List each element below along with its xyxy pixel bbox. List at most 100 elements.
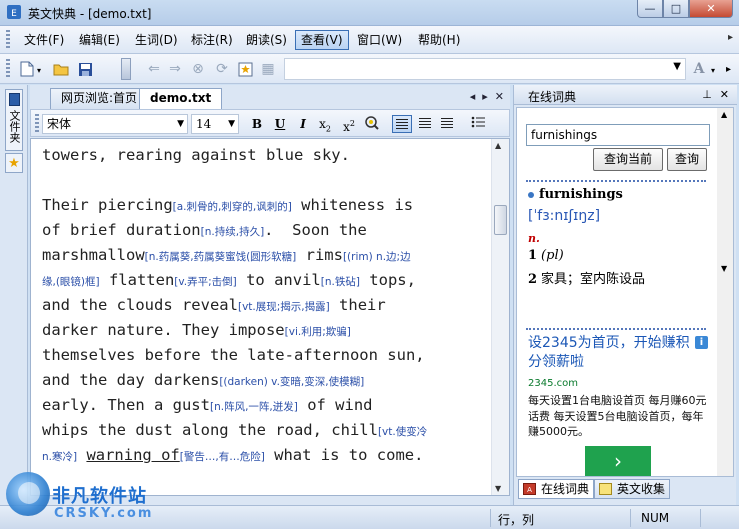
ad-url[interactable]: 2345.com bbox=[528, 378, 578, 389]
tab-prev-icon[interactable]: ◂ bbox=[470, 90, 476, 103]
tab-online-dictionary[interactable]: A 在线词典 bbox=[518, 479, 595, 499]
menu-read-aloud[interactable]: 朗读(S) bbox=[241, 30, 292, 50]
toolbar-overflow-icon[interactable]: ▸ bbox=[726, 64, 731, 75]
font-name-select[interactable]: 宋体 ▼ bbox=[42, 114, 188, 134]
editor-text-segment[interactable]: what is to come. bbox=[265, 446, 423, 464]
annotation[interactable]: [v.弄平;击倒] bbox=[174, 276, 236, 288]
annotation[interactable]: [a.刺骨的,刺穿的,讽刺的] bbox=[173, 201, 292, 213]
highlight-icon[interactable] bbox=[362, 115, 382, 133]
subscript-button[interactable]: x2 bbox=[315, 115, 335, 133]
tab-demo-txt[interactable]: demo.txt bbox=[139, 88, 223, 109]
bold-button[interactable]: B bbox=[247, 115, 267, 133]
toolbar-grip[interactable] bbox=[6, 59, 10, 79]
text-editor[interactable]: towers, rearing against blue sky. Their p… bbox=[30, 138, 510, 496]
annotation[interactable]: [n.铁砧] bbox=[321, 276, 360, 288]
annotation[interactable]: [n.药属葵,药属葵蜜饯(圆形软糖] bbox=[145, 251, 297, 263]
annotation[interactable]: [警告…,有…危险] bbox=[180, 451, 265, 463]
favorites-star-icon[interactable]: ★ bbox=[5, 153, 23, 173]
menu-annotate[interactable]: 标注(R) bbox=[186, 30, 238, 50]
open-folder-icon[interactable] bbox=[52, 60, 70, 78]
font-size-select[interactable]: 14 ▼ bbox=[191, 114, 239, 134]
tab-close-icon[interactable]: ✕ bbox=[495, 90, 504, 103]
annotation[interactable]: [n.阵风,一阵,迸发] bbox=[210, 401, 298, 413]
align-left-icon[interactable] bbox=[392, 115, 412, 133]
annotation[interactable]: [(rim) n.边;边 bbox=[343, 251, 411, 263]
editor-line[interactable]: Their piercing[a.刺骨的,刺穿的,讽刺的] whiteness … bbox=[42, 193, 482, 218]
editor-line[interactable]: of brief duration[n.持续,持久]. Soon the bbox=[42, 218, 482, 243]
underline-button[interactable]: U bbox=[270, 115, 290, 133]
close-button[interactable]: ✕ bbox=[689, 0, 733, 18]
align-right-icon[interactable] bbox=[437, 115, 457, 133]
menu-view[interactable]: 查看(V) bbox=[295, 30, 349, 50]
refresh-icon[interactable]: ⟳ bbox=[213, 60, 231, 78]
menu-help[interactable]: 帮助(H) bbox=[413, 30, 465, 50]
editor-text-segment[interactable]: of wind bbox=[298, 396, 372, 414]
editor-text-segment[interactable]: rims bbox=[296, 246, 343, 264]
ad-title-link[interactable]: 设2345为首页，开始赚积分领薪啦 bbox=[528, 334, 703, 372]
minimize-button[interactable]: — bbox=[637, 0, 663, 18]
editor-text-segment[interactable]: their bbox=[330, 296, 386, 314]
menu-grip[interactable] bbox=[6, 30, 10, 50]
editor-line[interactable]: darker nature. They impose[vi.利用;欺骗] bbox=[42, 318, 482, 343]
menu-vocab[interactable]: 生词(D) bbox=[130, 30, 183, 50]
new-file-icon[interactable] bbox=[18, 60, 36, 78]
editor-line[interactable]: themselves before the late-afternoon sun… bbox=[42, 343, 482, 368]
favorite-page-icon[interactable] bbox=[236, 60, 254, 78]
folder-tab[interactable]: 文件夹 bbox=[5, 89, 23, 151]
address-combo[interactable]: ▼ bbox=[284, 58, 686, 80]
editor-line[interactable]: early. Then a gust[n.阵风,一阵,迸发] of wind bbox=[42, 393, 482, 418]
tab-next-icon[interactable]: ▸ bbox=[482, 90, 488, 103]
font-size-icon[interactable]: A bbox=[690, 60, 708, 78]
annotation[interactable]: [vt.使变冷 bbox=[378, 426, 427, 438]
font-name-dropdown-icon[interactable]: ▼ bbox=[177, 115, 184, 133]
address-dropdown-icon[interactable]: ▼ bbox=[673, 61, 681, 72]
align-center-icon[interactable] bbox=[415, 115, 435, 133]
superscript-button[interactable]: x2 bbox=[339, 115, 359, 134]
editor-text-segment[interactable]: Their piercing bbox=[42, 196, 173, 214]
menu-file[interactable]: 文件(F) bbox=[19, 30, 69, 50]
bullet-list-icon[interactable] bbox=[468, 115, 488, 133]
scroll-thumb[interactable] bbox=[494, 205, 507, 235]
tab-web-browse[interactable]: 网页浏览:首页 bbox=[50, 88, 149, 109]
search-button[interactable]: 查询 bbox=[667, 148, 707, 171]
dictionary-search-input[interactable] bbox=[526, 124, 710, 146]
dictionary-close-icon[interactable]: ✕ bbox=[720, 88, 729, 101]
editor-text-segment[interactable]: and the day darkens bbox=[42, 371, 219, 389]
editor-line[interactable]: n.寒冷] warning of[警告…,有…危险] what is to co… bbox=[42, 443, 482, 468]
annotation[interactable]: 缘,(眼镜)框] bbox=[42, 276, 100, 288]
dictionary-scrollbar[interactable]: ▲ ▼ bbox=[717, 108, 733, 476]
annotation[interactable]: [vi.利用;欺骗] bbox=[285, 326, 351, 338]
editor-text-segment[interactable]: to anvil bbox=[237, 271, 321, 289]
editor-line[interactable] bbox=[42, 168, 482, 193]
toolbar-separator[interactable] bbox=[121, 58, 131, 80]
annotation[interactable]: [vt.展现;揭示,揭露] bbox=[238, 301, 330, 313]
editor-scrollbar[interactable]: ▲ ▼ bbox=[491, 139, 509, 495]
annotation[interactable]: n.寒冷] bbox=[42, 451, 77, 463]
editor-text-segment[interactable]: whiteness is bbox=[292, 196, 413, 214]
search-current-button[interactable]: 查询当前 bbox=[593, 148, 663, 171]
forward-arrow-icon[interactable]: ⇒ bbox=[166, 60, 184, 78]
editor-line[interactable]: marshmallow[n.药属葵,药属葵蜜饯(圆形软糖] rims[(rim)… bbox=[42, 243, 482, 268]
add-page-icon[interactable]: ▦ bbox=[259, 60, 277, 78]
menu-overflow-icon[interactable]: ▸ bbox=[728, 32, 733, 43]
editor-content[interactable]: towers, rearing against blue sky. Their p… bbox=[42, 143, 482, 468]
italic-button[interactable]: I bbox=[293, 115, 313, 133]
stop-icon[interactable]: ⊗ bbox=[189, 60, 207, 78]
editor-text-segment[interactable]: marshmallow bbox=[42, 246, 145, 264]
editor-text-segment[interactable]: themselves before the late-afternoon sun… bbox=[42, 346, 425, 364]
annotation[interactable]: [(darken) v.变暗,变深,使模糊] bbox=[219, 376, 364, 388]
maximize-button[interactable]: □ bbox=[663, 0, 689, 18]
font-size-dropdown-icon[interactable]: ▾ bbox=[711, 66, 715, 75]
editor-text-segment[interactable]: . Soon the bbox=[264, 221, 367, 239]
scroll-down-icon[interactable]: ▼ bbox=[495, 484, 501, 493]
editor-line[interactable]: whips the dust along the road, chill[vt.… bbox=[42, 418, 482, 443]
editor-line[interactable]: and the clouds reveal[vt.展现;揭示,揭露] their bbox=[42, 293, 482, 318]
tab-english-collection[interactable]: 英文收集 bbox=[594, 479, 671, 499]
menu-window[interactable]: 窗口(W) bbox=[352, 30, 407, 50]
annotation[interactable]: [n.持续,持久] bbox=[201, 226, 265, 238]
editor-text-segment[interactable]: and the clouds reveal bbox=[42, 296, 238, 314]
save-icon[interactable] bbox=[76, 60, 94, 78]
dict-scroll-down-icon[interactable]: ▼ bbox=[721, 264, 727, 273]
new-file-dropdown-icon[interactable]: ▾ bbox=[37, 66, 41, 75]
menu-edit[interactable]: 编辑(E) bbox=[74, 30, 125, 50]
